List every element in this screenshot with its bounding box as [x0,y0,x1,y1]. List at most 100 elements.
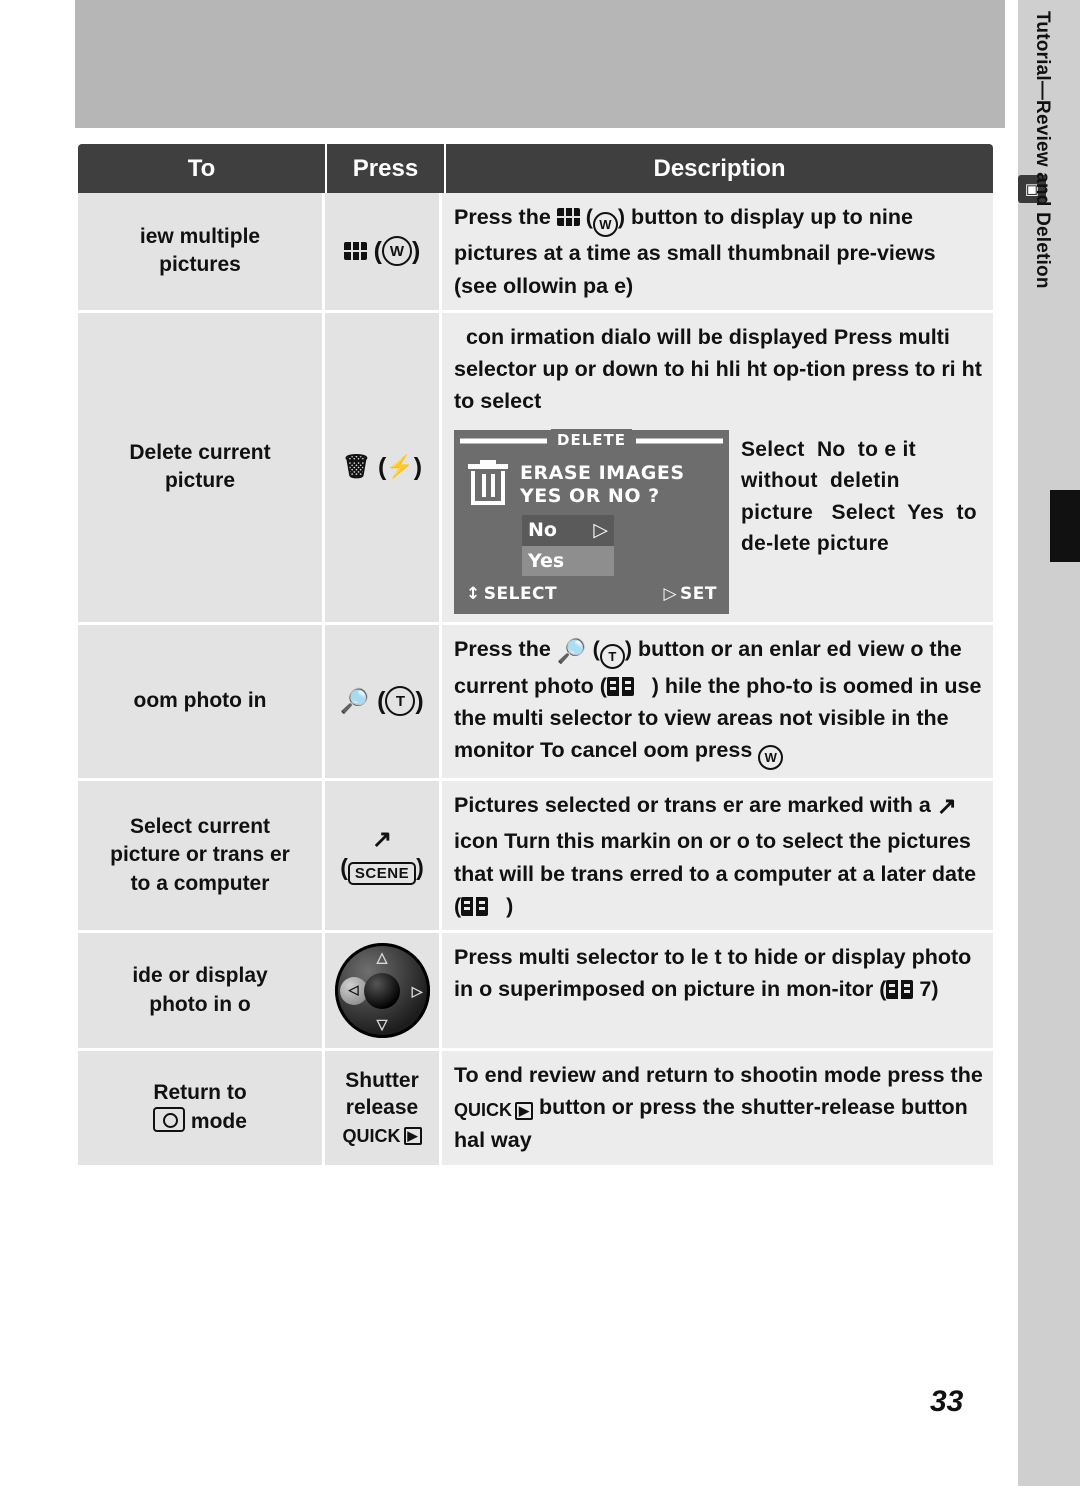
table-row: Select current picture or trans er to a co… [78,781,993,933]
thumbnail-icon [556,208,580,226]
reference-book-icon [606,676,634,696]
quick-play-icon: QUICK ▶ [343,1125,422,1148]
lcd-footer-left-label: SELECT [483,584,558,604]
quick-label: QUICK [342,1125,401,1146]
scene-button-icon-wrap: (SCENE) [340,854,424,886]
lcd-trash-icon [466,459,510,506]
dial-right-arrow-icon: ▷ [411,982,423,999]
row-to-label: Delete current picture [78,312,325,622]
lcd-option-yes-label: Yes [528,549,565,572]
lcd-title-text: DELETE [551,429,632,452]
column-header-press: Press [352,154,419,182]
column-header-to: To [187,154,216,182]
play-icon: ▶ [515,1101,533,1120]
row-press-icons: 🔍 () [325,624,442,779]
press-line-2: release [345,1095,419,1119]
row-description: Press the () button to display up to nin… [442,193,993,310]
row-to-text: oom photo in [133,689,267,713]
row-to-label: Return to mode [78,1051,325,1165]
row-press-icons: () [325,193,442,310]
lcd-footer-right-label: SET [680,584,717,604]
lcd-message: ERASE IMAGES YES OR NO ? [520,460,685,510]
dial-down-arrow-icon: ▽ [376,1016,388,1032]
row-to-text: iew multiple pictures [139,225,261,277]
row-description-text: Press multi selector to le t to hide or … [454,945,972,1002]
lcd-message-line1: ERASE IMAGES [520,461,685,484]
page-right-margin [1012,0,1018,1486]
lcd-option-yes[interactable]: Yes [522,545,614,576]
delete-dialog-illustration-block: DELETE ERASE IMAGES YES OR NO ? No ▷ Yes… [454,418,983,614]
lcd-body: ERASE IMAGES YES OR NO ? [454,452,729,512]
delete-dialog-description-text: Select No to e it without deletin pictur… [741,437,977,556]
row-press-icons: ↗ (SCENE) [325,781,442,930]
row-description-text: Press the 🔍 () button or an enlar ed vie… [454,633,983,771]
row-description: Pictures selected or trans er are marked… [442,781,993,930]
up-down-arrows-icon: ↕ [466,584,481,604]
side-section-marker [1050,490,1080,562]
lcd-title-bar-right [636,438,723,443]
row-to-label: iew multiple pictures [78,193,325,310]
delete-dialog-description: Select No to e it without deletin pictur… [741,418,983,560]
reference-book-icon [886,980,914,1000]
row-to-label: Select current picture or trans er to a co… [78,781,325,930]
zoom-tele-icon [599,643,625,669]
press-line-1: Shutter [345,1069,419,1093]
zoom-wide-icon [758,745,784,771]
lcd-footer-right: ▷ SET [663,582,717,608]
table-row: oom photo in 🔍 () Press the 🔍 () button … [78,624,993,782]
lcd-title-bar-left [460,438,547,443]
play-icon: ▶ [403,1127,422,1145]
row-description: Press the 🔍 () button or an enlar ed vie… [442,624,993,779]
row-description-text-top: con irmation dialo will be displayed Pre… [454,324,982,414]
transfer-icon: ↗ [936,793,957,821]
row-description: con irmation dialo will be displayed Pre… [442,312,993,622]
quick-play-icon: QUICK ▶ [454,1097,533,1124]
row-to-text: Select current picture or trans er to a co… [110,815,290,895]
thumbnail-icon [343,242,367,261]
row-description-text: To end review and return to shootin mode… [454,1063,983,1153]
camera-lcd-illustration: DELETE ERASE IMAGES YES OR NO ? No ▷ Yes… [454,429,729,614]
table-row: Delete current picture 🗑 (⚡) con irmation… [78,312,993,625]
row-to-text: Return to mode [153,1080,247,1134]
column-header-description: Description [653,154,786,182]
row-to-label: ide or display photo in o [78,933,325,1048]
multi-selector-dial[interactable]: △ ▽ ▷ ◁ [334,943,430,1038]
table-row: Return to mode Shutter release QUICK ▶ To… [78,1051,993,1165]
zoom-wide-icon [381,236,412,267]
quick-label: QUICK [454,1100,512,1121]
side-tab-label: Tutorial—Review and Deletion [1032,11,1053,289]
reference-book-icon [461,896,489,916]
table-row: iew multiplepictures () Press the () but… [78,193,993,313]
row-to-text: ide or display photo in o [132,964,268,1016]
row-description: Press multi selector to le t to hide or … [442,933,993,1048]
page-number: 33 [930,1385,964,1418]
zoom-tele-icon [385,686,416,717]
lcd-footer-left: ↕ SELECT [466,582,557,608]
table-header-row: To Press Description [78,144,993,193]
row-description-text: Press the () button to display up to nin… [454,201,983,302]
magnifier-icon: 🔍 [556,637,587,665]
lcd-title-bar: DELETE [454,429,729,452]
lcd-option-pointer-icon: ▷ [593,519,608,541]
lcd-option-no[interactable]: No ▷ [522,515,614,546]
trash-icon: 🗑 [341,453,372,480]
transfer-icon: ↗ [371,826,393,854]
lcd-option-no-label: No [528,519,557,541]
magnifier-icon: 🔍 [340,687,371,715]
dial-hub [364,972,400,1009]
row-press-icons: Shutter release QUICK ▶ [325,1051,442,1165]
row-press-icons: △ ▽ ▷ ◁ [325,933,442,1048]
page-top-band [75,0,1005,128]
lcd-options: No ▷ Yes [522,515,614,576]
row-to-text: Delete current picture [129,440,271,493]
row-to-label: oom photo in [78,624,325,779]
table-row: ide or display photo in o △ ▽ ▷ ◁ Press m… [78,933,993,1051]
dial-up-arrow-icon: △ [376,949,388,965]
reference-table: To Press Description iew multiple picture… [78,144,993,1165]
row-press-icons: 🗑 (⚡) [325,312,442,622]
row-description-text: Pictures selected or trans er are marked… [454,789,983,922]
row-description: To end review and return to shootin mode… [442,1051,993,1165]
scene-button-icon: SCENE [347,861,417,886]
zoom-wide-icon [592,212,618,238]
lcd-footer: ↕ SELECT ▷ SET [454,576,729,614]
